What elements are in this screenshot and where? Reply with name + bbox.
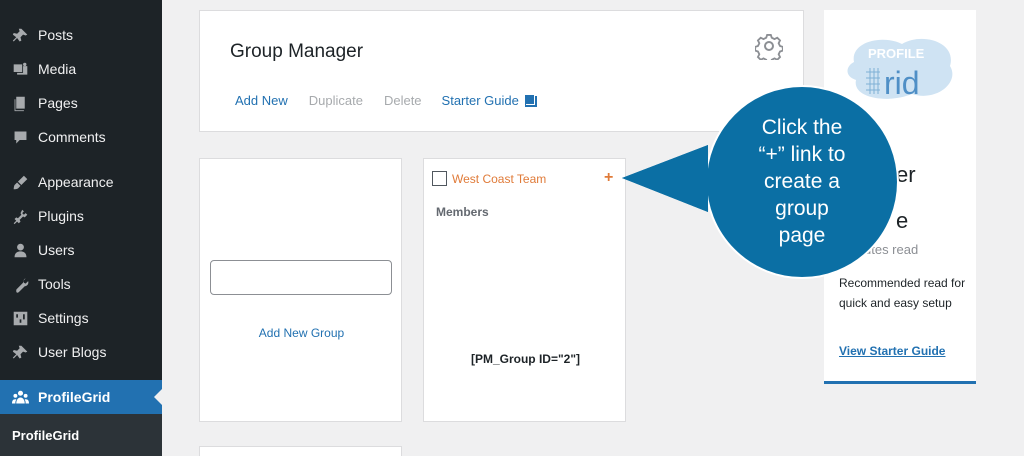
sidebar-item-user-blogs[interactable]: User Blogs [0,335,162,369]
callout-line: page [778,224,826,247]
sidebar-item-label: ProfileGrid [38,389,111,405]
brush-icon [10,172,30,192]
sidebar-item-label: Plugins [38,208,84,224]
sidebar-item-settings[interactable]: Settings [0,301,162,335]
add-new-link[interactable]: Add New [235,93,288,108]
sidebar-item-label: Comments [38,129,106,145]
pin-icon [10,342,30,362]
active-indicator [154,389,162,405]
svg-text:PROFILE: PROFILE [868,46,925,61]
group-checkbox[interactable] [432,171,447,186]
submenu-item-profilegrid[interactable]: ProfileGrid [12,428,79,443]
sidebar-item-label: Users [38,242,75,258]
callout-text: Click the “+” link to create a group pag… [730,114,874,249]
sidebar-item-label: Settings [38,310,89,326]
page-title: Group Manager [230,41,364,62]
profilegrid-logo: PROFILE rid [847,38,953,101]
sidebar-item-label: Posts [38,27,74,43]
callout-line: Click the [761,116,843,139]
plug-icon [10,206,30,226]
group-icon [10,387,30,407]
add-new-group-link[interactable]: Add New Group [200,326,403,340]
gear-icon[interactable] [755,32,783,60]
group-name-link[interactable]: West Coast Team [452,172,546,186]
media-icon [10,59,30,79]
starter-guide-link[interactable]: Starter Guide [442,93,537,108]
admin-sidebar: Posts Media Pages Comments Appearance Pl… [0,0,162,456]
wrench-icon [10,274,30,294]
pin-icon [10,25,30,45]
book-icon [524,94,537,107]
group-toolbar: Add New Duplicate Delete Starter Guide [235,93,537,108]
callout-line: “+” link to [758,143,846,166]
delete-link: Delete [383,93,422,108]
sidebar-item-label: Appearance [38,174,114,190]
add-group-page-plus-link[interactable]: + [604,169,613,187]
view-starter-guide-link[interactable]: View Starter Guide [839,344,945,358]
callout-line: group [775,197,829,220]
sidebar-item-pages[interactable]: Pages [0,86,162,120]
sidebar-item-appearance[interactable]: Appearance [0,165,162,199]
settings-icon [10,308,30,328]
sidebar-item-label: Media [38,61,77,77]
sidebar-item-media[interactable]: Media [0,52,162,86]
sidebar-item-label: Tools [38,276,71,292]
members-label: Members [436,205,489,219]
user-icon [10,240,30,260]
group-card: West Coast Team + Members [PM_Group ID="… [423,158,626,422]
sidebar-item-label: Pages [38,95,78,111]
guide-description: Recommended read for quick and easy setu… [839,276,966,310]
sidebar-item-label: User Blogs [38,344,107,360]
partial-card [199,446,402,456]
pages-icon [10,93,30,113]
sidebar-item-tools[interactable]: Tools [0,267,162,301]
guide-title-line1: er [896,162,916,187]
sidebar-item-comments[interactable]: Comments [0,120,162,154]
sidebar-item-plugins[interactable]: Plugins [0,199,162,233]
sidebar-item-posts[interactable]: Posts [0,18,162,52]
sidebar-item-users[interactable]: Users [0,233,162,267]
duplicate-link: Duplicate [308,93,363,108]
comment-icon [10,127,30,147]
group-shortcode: [PM_Group ID="2"] [470,352,581,366]
group-name-input[interactable] [210,260,392,295]
add-group-card: Add New Group [199,158,402,422]
starter-guide-label: Starter Guide [441,93,519,108]
guide-title-line2: e [896,208,909,233]
sidebar-item-profilegrid[interactable]: ProfileGrid [0,380,162,414]
sidebar-submenu: ProfileGrid [0,414,162,456]
group-manager-header: Group Manager Add New Duplicate Delete S… [199,10,804,132]
svg-text:rid: rid [884,65,920,101]
callout-line: create a [764,170,840,193]
